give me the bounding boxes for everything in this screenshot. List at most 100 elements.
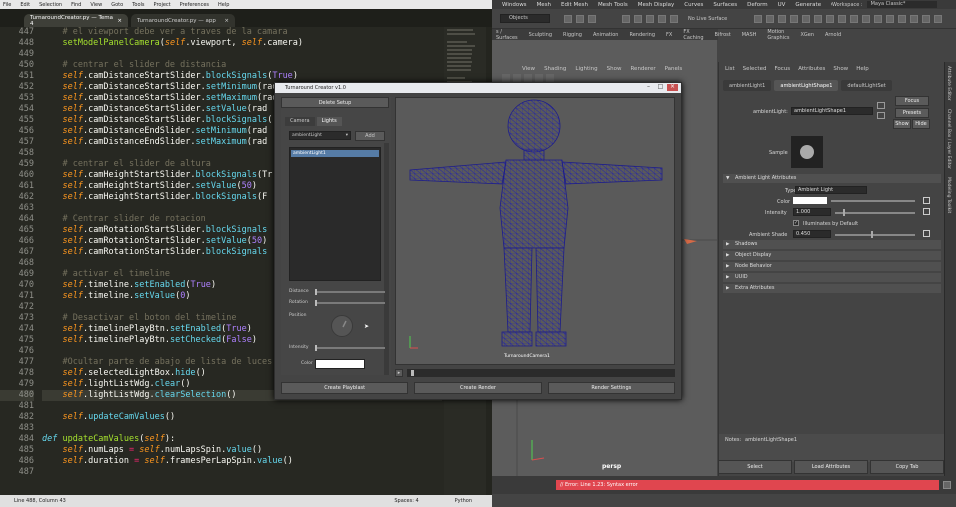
script-editor-icon[interactable]: [943, 481, 951, 489]
rotation-slider[interactable]: [315, 300, 385, 306]
color-swatch[interactable]: [793, 197, 827, 204]
light-icon[interactable]: [826, 15, 834, 23]
panel-menu-item[interactable]: Lighting: [575, 66, 597, 72]
panel-layout-icon[interactable]: [898, 15, 906, 23]
menu-item-deform[interactable]: Deform: [747, 2, 767, 8]
intensity-field[interactable]: 1.000: [793, 208, 831, 216]
create-playblast-button[interactable]: Create Playblast: [281, 382, 409, 394]
ambient-shade-field[interactable]: 0.450: [793, 230, 831, 238]
focus-button[interactable]: Focus: [895, 96, 929, 106]
live-surface-label[interactable]: No Live Surface: [688, 16, 727, 22]
menu-item-view[interactable]: View: [90, 2, 102, 8]
ae-menu-item[interactable]: Selected: [743, 66, 767, 72]
attribute-editor-tab[interactable]: Attribute Editor: [946, 66, 951, 101]
paint-tool-icon[interactable]: [588, 15, 596, 23]
snap-point-icon[interactable]: [646, 15, 654, 23]
close-icon[interactable]: ×: [224, 18, 229, 24]
shelf-tab[interactable]: s / Surfaces: [496, 29, 518, 41]
code-line[interactable]: [42, 423, 442, 434]
panel-layout-icon[interactable]: [850, 15, 858, 23]
shelf-tab[interactable]: Bifrost: [715, 32, 731, 38]
viewport-tool-icon[interactable]: [524, 74, 532, 82]
render-settings-button[interactable]: Render Settings: [547, 382, 675, 394]
menu-item-mesh-display[interactable]: Mesh Display: [638, 2, 675, 8]
menu-item-preferences[interactable]: Preferences: [180, 2, 209, 8]
snap-view-icon[interactable]: [658, 15, 666, 23]
notes-area[interactable]: Notes: ambientLightShape1: [719, 434, 945, 462]
modeling-toolkit-tab[interactable]: Modeling Toolkit: [946, 177, 951, 213]
select-tool-icon[interactable]: [564, 15, 572, 23]
menu-item-mesh[interactable]: Mesh: [537, 2, 551, 8]
turnaround-viewport[interactable]: TurnaroundCamera1: [395, 97, 675, 365]
menu-item-file[interactable]: File: [3, 2, 11, 8]
shelf-tab[interactable]: Motion Graphics: [767, 29, 789, 41]
dialog-titlebar[interactable]: Turnaround Creator v1.0: [275, 83, 681, 93]
panel-layout-icon[interactable]: [910, 15, 918, 23]
editor-tab-2[interactable]: TurnaroundCreator.py — app ×: [131, 14, 235, 27]
code-line[interactable]: # centrar el slider de distancia: [42, 60, 442, 71]
workspace-value[interactable]: Maya Classic*: [866, 1, 937, 8]
load-attributes-button[interactable]: Load Attributes: [794, 460, 868, 474]
ae-menu-item[interactable]: Focus: [774, 66, 790, 72]
copy-tab-button[interactable]: Copy Tab: [870, 460, 944, 474]
menu-item-project[interactable]: Project: [154, 2, 171, 8]
menu-item-goto[interactable]: Goto: [111, 2, 123, 8]
ae-menu-item[interactable]: Attributes: [798, 66, 825, 72]
menu-item-mesh-tools[interactable]: Mesh Tools: [598, 2, 628, 8]
select-button[interactable]: Select: [718, 460, 792, 474]
presets-button[interactable]: Presets: [895, 108, 929, 118]
editor-tab-1[interactable]: TurnaroundCreator.py — Tema 4 ×: [24, 14, 128, 27]
viewport-tool-icon[interactable]: [546, 74, 554, 82]
snap-curve-icon[interactable]: [634, 15, 642, 23]
timeline-knob[interactable]: [411, 370, 414, 376]
ambient-shade-slider[interactable]: [835, 231, 915, 238]
code-line[interactable]: [42, 467, 442, 478]
minimize-icon[interactable]: –: [643, 84, 654, 91]
section-shadows[interactable]: Shadows: [723, 240, 941, 249]
panel-layout-icon[interactable]: [874, 15, 882, 23]
node-name-field[interactable]: ambientLightShape1: [791, 107, 873, 115]
code-line[interactable]: # el viewport debe ver a traves de la ca…: [42, 27, 442, 38]
panel-scrollbar[interactable]: [384, 143, 389, 375]
panel-menu-item[interactable]: Shading: [544, 66, 566, 72]
snap-grid-icon[interactable]: [622, 15, 630, 23]
panel-layout-icon[interactable]: [862, 15, 870, 23]
menu-item-selection[interactable]: Selection: [39, 2, 62, 8]
code-line[interactable]: setModelPanelCamera(self.viewport, self.…: [42, 38, 442, 49]
indentation-status[interactable]: Spaces: 4: [394, 498, 418, 504]
intensity-slider[interactable]: [315, 345, 385, 351]
section-ambient-light-attributes[interactable]: Ambient Light Attributes: [723, 174, 941, 183]
map-button-icon[interactable]: [923, 208, 930, 215]
maximize-icon[interactable]: □: [655, 84, 666, 91]
panel-menu-item[interactable]: View: [522, 66, 535, 72]
ae-menu-item[interactable]: Show: [833, 66, 848, 72]
color-slider[interactable]: [831, 200, 915, 202]
workspace-selector[interactable]: Workspace : Maya Classic*: [832, 0, 956, 9]
ipr-render-icon[interactable]: [778, 15, 786, 23]
render-frame-icon[interactable]: [766, 15, 774, 23]
shelf-tab[interactable]: FX Caching: [683, 29, 703, 41]
menu-item-curves[interactable]: Curves: [684, 2, 703, 8]
presets-arrow-icon[interactable]: [877, 112, 885, 119]
objects-selector[interactable]: Objects: [500, 14, 550, 23]
distance-slider[interactable]: [315, 289, 385, 295]
tab-camera[interactable]: Camera: [285, 117, 315, 126]
section-uuid[interactable]: UUID: [723, 273, 941, 282]
light-list[interactable]: ambientLight1: [289, 147, 381, 281]
light-type-dropdown[interactable]: Ambient Light: [795, 186, 867, 194]
code-line[interactable]: def updateCamValues(self):: [42, 434, 442, 445]
viewport-tool-icon[interactable]: [535, 74, 543, 82]
panel-menu-item[interactable]: Panels: [665, 66, 683, 72]
syntax-status[interactable]: Python: [455, 498, 472, 504]
illuminates-checkbox[interactable]: ✓: [793, 220, 799, 226]
shelf-tab[interactable]: MASH: [742, 32, 757, 38]
code-line[interactable]: self.updateCamValues(): [42, 412, 442, 423]
light-type-combo[interactable]: ambientLight ▾: [289, 131, 351, 140]
intensity-slider-knob[interactable]: [315, 345, 317, 351]
code-line[interactable]: [42, 49, 442, 60]
shelf-tab[interactable]: Sculpting: [529, 32, 552, 38]
menu-item-surfaces[interactable]: Surfaces: [713, 2, 737, 8]
rotation-slider-knob[interactable]: [315, 300, 317, 306]
focus-arrow-icon[interactable]: [877, 102, 885, 109]
shelf-tab[interactable]: Rigging: [563, 32, 582, 38]
